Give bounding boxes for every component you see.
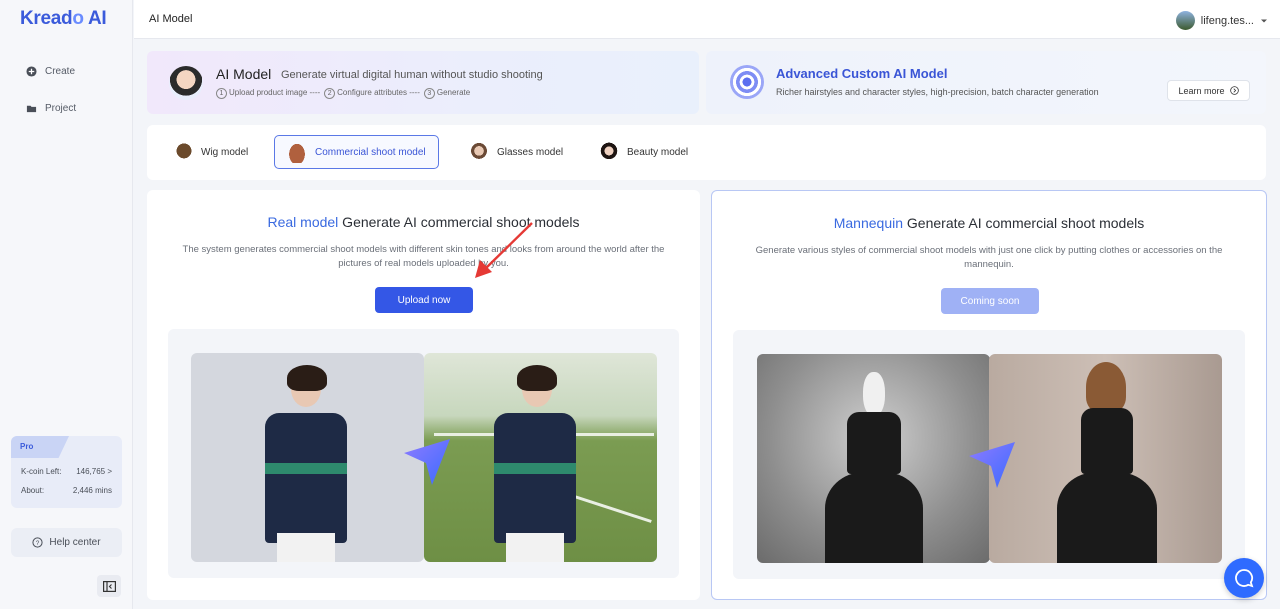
- mannequin-photo: [757, 354, 990, 563]
- page-title: AI Model: [149, 13, 193, 25]
- tab-commercial-shoot-model[interactable]: Commercial shoot model: [274, 135, 439, 169]
- tab-wig-model[interactable]: Wig model: [161, 135, 260, 169]
- kreado-logo[interactable]: Kreado AI: [20, 8, 107, 30]
- advanced-title: Advanced Custom AI Model: [776, 66, 948, 81]
- glasses-thumbnail: [469, 141, 489, 163]
- top-bar: AI Model lifeng.tes...: [134, 0, 1280, 39]
- banner-title: AI Model: [216, 66, 272, 82]
- real-model-title: Real model Generate AI commercial shoot …: [267, 214, 580, 230]
- help-center-label: Help center: [49, 537, 101, 548]
- beauty-thumbnail: [599, 141, 619, 163]
- sidebar-toggle-icon: [102, 580, 116, 592]
- kcoin-row[interactable]: K-coin Left: 146,765 >: [21, 467, 112, 476]
- kcoin-value: 146,765 >: [76, 467, 112, 476]
- chat-bubble-icon: [1235, 569, 1254, 588]
- banner-subtitle: Generate virtual digital human without s…: [281, 69, 543, 81]
- target-icon: [730, 65, 764, 99]
- plus-circle-icon: [26, 66, 37, 77]
- user-name: lifeng.tes...: [1200, 14, 1254, 27]
- help-center-button[interactable]: ? Help center: [11, 528, 122, 557]
- mannequin-card: Mannequin Generate AI commercial shoot m…: [711, 190, 1267, 600]
- question-circle-icon: ?: [32, 537, 44, 548]
- avatar: [1175, 11, 1195, 30]
- about-value: 2,446 mins: [72, 486, 112, 495]
- step-item: 1 Upload product image ----: [216, 88, 320, 99]
- pro-badge: Pro: [11, 436, 69, 458]
- chat-support-button[interactable]: [1224, 558, 1264, 598]
- chevron-down-icon: [1261, 19, 1267, 22]
- sidebar-item-project[interactable]: Project: [26, 103, 76, 114]
- ai-model-avatar-icon: [169, 66, 203, 100]
- arrow-circle-icon: [1229, 86, 1239, 95]
- real-model-card: Real model Generate AI commercial shoot …: [147, 190, 700, 600]
- real-model-preview: [168, 329, 679, 578]
- mannequin-preview: [733, 330, 1245, 579]
- user-menu[interactable]: lifeng.tes...: [1175, 11, 1268, 30]
- tab-glasses-model[interactable]: Glasses model: [457, 135, 575, 169]
- advanced-custom-banner[interactable]: Advanced Custom AI Model Richer hairstyl…: [706, 51, 1266, 114]
- mannequin-title: Mannequin Generate AI commercial shoot m…: [833, 215, 1145, 231]
- red-pointer-arrow-icon: [475, 222, 533, 278]
- transform-arrow-icon: [969, 442, 1015, 488]
- mannequin-description: Generate various styles of commercial sh…: [755, 245, 1223, 270]
- sidebar-item-label: Project: [45, 103, 77, 114]
- generated-model-photo: [989, 354, 1222, 563]
- real-model-description: The system generates commercial shoot mo…: [182, 244, 665, 269]
- advanced-subtitle: Richer hairstyles and character styles, …: [776, 87, 1099, 97]
- step-item: 3 Generate: [423, 88, 470, 99]
- jacket-thumbnail: [287, 141, 307, 163]
- ai-model-banner: AI Model Generate virtual digital human …: [147, 51, 699, 114]
- sidebar-item-create[interactable]: Create: [26, 66, 75, 77]
- sidebar-item-label: Create: [45, 66, 76, 77]
- learn-more-button[interactable]: Learn more: [1167, 80, 1250, 101]
- folder-icon: [26, 105, 37, 113]
- tab-beauty-model[interactable]: Beauty model: [587, 135, 700, 169]
- original-photo: [191, 353, 424, 562]
- coming-soon-button: Coming soon: [941, 288, 1039, 314]
- model-type-tabs: Wig model Commercial shoot model Glasses…: [147, 125, 1266, 180]
- about-label: About:: [21, 486, 45, 495]
- collapse-sidebar-button[interactable]: [97, 575, 121, 597]
- wig-thumbnail: [173, 141, 193, 163]
- step-item: 2 Configure attributes ----: [324, 88, 420, 99]
- kcoin-label: K-coin Left:: [21, 467, 62, 476]
- generated-photo: [424, 353, 657, 562]
- sidebar: Kreado AI Create Project Pro K-coin Left…: [0, 0, 133, 609]
- svg-text:?: ?: [36, 540, 40, 547]
- transform-arrow-icon: [404, 439, 450, 485]
- about-row: About: 2,446 mins: [21, 486, 112, 495]
- step-list: 1 Upload product image ---- 2 Configure at…: [216, 88, 470, 99]
- upload-now-button[interactable]: Upload now: [375, 287, 473, 313]
- pro-card: Pro K-coin Left: 146,765 > About: 2,446 …: [11, 436, 122, 508]
